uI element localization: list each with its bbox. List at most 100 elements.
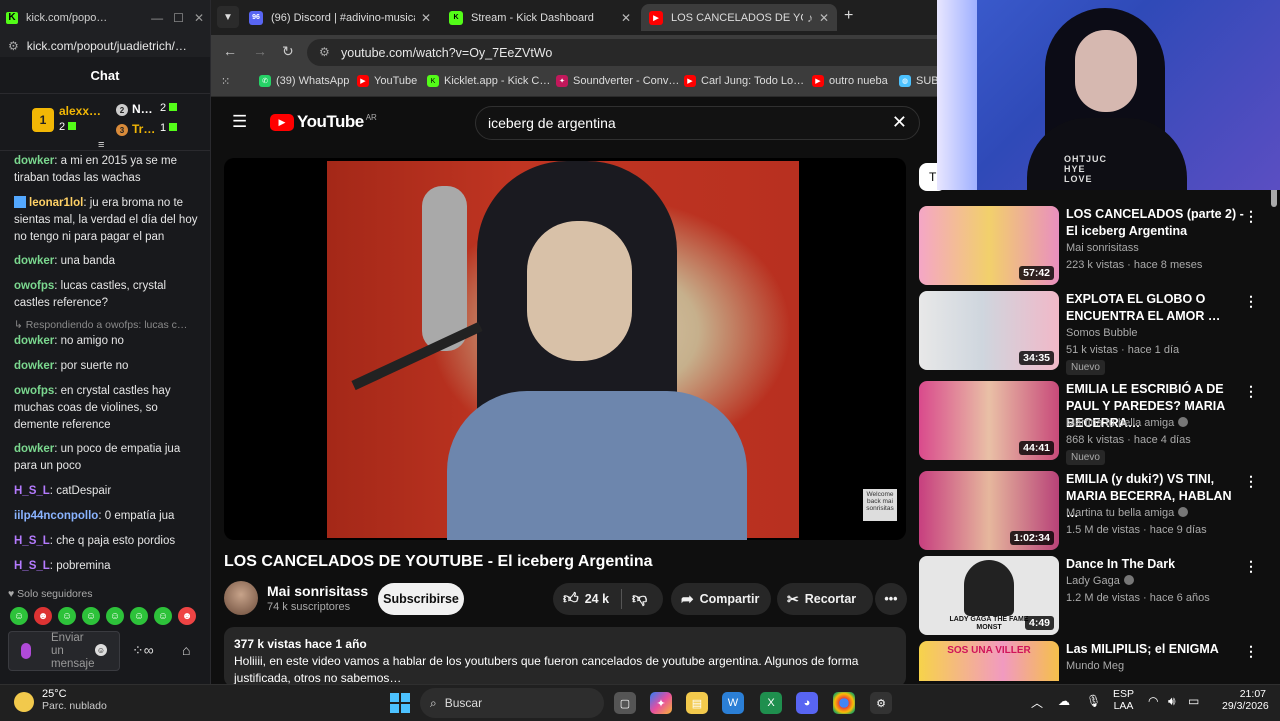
chat-message[interactable]: leonar1lol: ju era broma no te sientas m… <box>14 195 200 246</box>
rec-title[interactable]: Dance In The Dark <box>1066 556 1246 573</box>
clock[interactable]: 21:07 29/3/2026 <box>1222 688 1269 712</box>
word-icon[interactable]: W <box>722 692 744 714</box>
youtube-logo[interactable]: ▶ YouTube AR <box>270 112 377 132</box>
emote-icon[interactable]: ☺ <box>106 607 124 625</box>
video-thumbnail[interactable]: SOS UNA VILLER <box>919 641 1059 681</box>
store-icon[interactable]: ⌂ <box>182 642 190 658</box>
tab-search-icon[interactable]: ▼ <box>217 6 239 28</box>
wifi-icon[interactable]: ◠ <box>1148 694 1158 708</box>
rec-channel[interactable]: Mai sonrisitass <box>1066 242 1139 254</box>
audio-playing-icon[interactable]: ♪ <box>807 11 813 25</box>
collapse-handle-icon[interactable]: ≡ <box>98 139 104 151</box>
bookmark-soundverter[interactable]: ✦ Soundverter - Conv… <box>556 75 679 87</box>
more-actions-icon[interactable]: ••• <box>875 583 907 615</box>
chat-message[interactable]: dowker: por suerte no <box>14 358 200 375</box>
forward-icon[interactable]: → <box>253 43 267 59</box>
chat-username[interactable]: owofps <box>14 280 54 292</box>
page-scrollbar[interactable] <box>1271 185 1277 675</box>
close-tab-icon[interactable]: ✕ <box>621 11 631 25</box>
video-thumbnail[interactable]: 1:02:34 <box>919 471 1059 550</box>
rec-channel[interactable]: Martina tu bella amiga <box>1066 507 1189 519</box>
tab-discord[interactable]: 96 (96) Discord | #adivino-musica ✕ <box>241 4 439 31</box>
onedrive-icon[interactable]: ☁ <box>1058 694 1070 708</box>
chat-message[interactable]: dowker: no amigo no <box>14 333 200 350</box>
rec-title[interactable]: LOS CANCELADOS (parte 2) - El iceberg Ar… <box>1066 206 1246 240</box>
discord-taskbar-icon[interactable]: ◕ <box>796 692 818 714</box>
chat-message[interactable]: H_S_L: che q paja esto pordios <box>14 533 200 550</box>
rec-title[interactable]: EXPLOTA EL GLOBO O ENCUENTRA EL AMOR … <box>1066 291 1246 325</box>
chat-message[interactable]: dowker: a mi en 2015 ya se me tiraban to… <box>14 153 200 187</box>
rec-channel[interactable]: Martina tu bella amiga <box>1066 417 1189 429</box>
like-count[interactable]: 24 k <box>585 592 609 606</box>
kebab-menu-icon[interactable]: ⋮ <box>1244 558 1258 575</box>
kebab-menu-icon[interactable]: ⋮ <box>1244 473 1258 490</box>
video-thumbnail[interactable]: LADY GAGA THE FAME MONST 4:49 <box>919 556 1059 635</box>
start-icon[interactable] <box>390 693 410 713</box>
emote-icon[interactable]: ☺ <box>82 607 100 625</box>
rec-channel[interactable]: Lady Gaga <box>1066 575 1134 587</box>
chat-message[interactable]: owofps: en crystal castles hay muchas co… <box>14 383 200 434</box>
reload-icon[interactable]: ↻ <box>282 43 294 60</box>
kebab-menu-icon[interactable]: ⋮ <box>1244 208 1258 225</box>
chat-message[interactable]: dowker: un poco de empatia jua para un p… <box>14 441 200 475</box>
chat-username[interactable]: iilp44nconpollo <box>14 510 98 522</box>
emote-icon[interactable]: ☺ <box>58 607 76 625</box>
recommended-video[interactable]: 34:35 EXPLOTA EL GLOBO O ENCUENTRA EL AM… <box>919 291 1267 375</box>
emote-icon[interactable]: ☺ <box>10 607 28 625</box>
close-tab-icon[interactable]: ✕ <box>421 11 431 25</box>
subscribe-button[interactable]: Subscribirse <box>378 583 464 615</box>
video-thumbnail[interactable]: 57:42 <box>919 206 1059 285</box>
address-bar[interactable]: ⚙ youtube.com/watch?v=Oy_7EeZVtWo <box>307 39 1027 66</box>
kebab-menu-icon[interactable]: ⋮ <box>1244 383 1258 400</box>
rec-channel[interactable]: Somos Bubble <box>1066 327 1138 339</box>
clear-search-icon[interactable]: ✕ <box>892 112 907 133</box>
chat-username[interactable]: H_S_L <box>14 560 50 572</box>
new-tab-icon[interactable]: + <box>844 7 853 25</box>
file-explorer-icon[interactable]: ▤ <box>686 692 708 714</box>
task-view-icon[interactable]: ▢ <box>614 692 636 714</box>
site-info-icon[interactable]: ⚙ <box>319 45 330 59</box>
chat-username[interactable]: H_S_L <box>14 535 50 547</box>
volume-icon[interactable]: 🔊︎ <box>1168 694 1176 709</box>
emote-picker-icon[interactable]: ⁘∞ <box>132 642 154 659</box>
emoji-icon[interactable]: ☺ <box>95 644 107 656</box>
minimize-icon[interactable]: — <box>151 11 163 25</box>
apps-icon[interactable]: ⁙ <box>221 75 230 88</box>
chat-message[interactable]: H_S_L: pobremina <box>14 558 200 575</box>
video-thumbnail[interactable]: 34:35 <box>919 291 1059 370</box>
dislike-icon[interactable]: 👎︎ <box>632 590 647 608</box>
chat-username[interactable]: dowker <box>14 255 54 267</box>
menu-icon[interactable]: ☰ <box>232 112 247 132</box>
chat-username[interactable]: dowker <box>14 335 54 347</box>
chat-username[interactable]: owofps <box>14 385 54 397</box>
maximize-icon[interactable]: ☐ <box>173 11 184 25</box>
kebab-menu-icon[interactable]: ⋮ <box>1244 643 1258 660</box>
microphone-icon[interactable]: 🎙︎ <box>1086 694 1101 708</box>
taskbar-search[interactable]: ⌕ Buscar <box>420 688 604 718</box>
emote-icon[interactable]: ☻ <box>34 607 52 625</box>
chat-username[interactable]: dowker <box>14 443 54 455</box>
tray-overflow-icon[interactable]: ︿ <box>1031 694 1043 711</box>
recommended-video[interactable]: 1:02:34 EMILIA (y duki?) VS TINI, MARIA … <box>919 471 1267 553</box>
chat-input[interactable]: Enviar un mensaje ☺ <box>8 631 120 671</box>
mic-icon[interactable] <box>21 643 31 659</box>
weather-widget[interactable]: 25°C Parc. nublado <box>14 688 107 712</box>
chat-username[interactable]: dowker <box>14 155 54 167</box>
chat-message[interactable]: dowker: una banda <box>14 253 200 270</box>
bookmark-carl-jung[interactable]: ▶ Carl Jung: Todo Lo… <box>684 75 804 87</box>
video-description[interactable]: 377 k vistas hace 1 año Holiiii, en este… <box>224 627 906 687</box>
emote-icon[interactable]: ☻ <box>178 607 196 625</box>
tab-kick-dashboard[interactable]: K Stream - Kick Dashboard ✕ <box>441 4 639 31</box>
chat-username[interactable]: leonar1lol <box>29 197 83 209</box>
bookmark-kicklet[interactable]: K Kicklet.app - Kick C… <box>427 75 550 87</box>
gift-leaderboard[interactable]: 1 alexx… 2 2 N… 2 3 Tr… 1 ≡ <box>0 94 210 151</box>
bookmark-outro[interactable]: ▶ outro nueba <box>812 75 888 87</box>
clip-button[interactable]: ✂ Recortar <box>777 583 873 615</box>
share-button[interactable]: ➦ Compartir <box>671 583 771 615</box>
recommended-video[interactable]: SOS UNA VILLER Las MILIPILIS; el ENIGMA … <box>919 641 1267 681</box>
rec-channel[interactable]: Mundo Meg <box>1066 660 1124 672</box>
chat-message[interactable]: H_S_L: catDespair <box>14 483 200 500</box>
like-icon[interactable]: 👍︎ <box>563 590 579 608</box>
recommended-video[interactable]: 57:42 LOS CANCELADOS (parte 2) - El iceb… <box>919 206 1267 288</box>
site-settings-icon[interactable]: ⚙ <box>8 39 19 53</box>
